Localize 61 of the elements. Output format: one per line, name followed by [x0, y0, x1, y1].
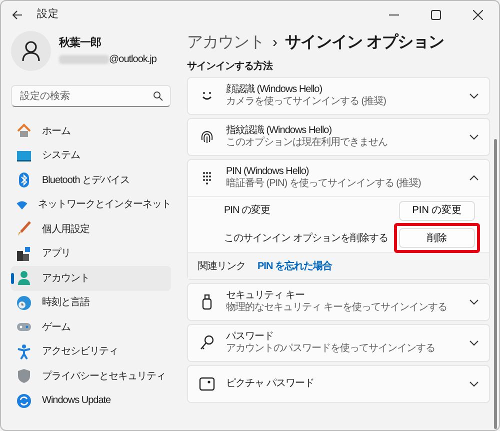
setting-title: 指紋認識 (Windows Hello) [226, 125, 333, 136]
setting-description: 物理的なセキュリティ キーを使ってサインインする [226, 302, 447, 314]
related-links-label: 関連リンク [198, 260, 246, 274]
sidebar-item[interactable]: Windows Update [11, 388, 171, 413]
sidebar-item[interactable]: ホーム [11, 119, 171, 144]
apps-icon [16, 246, 32, 262]
sidebar-item[interactable]: アクセシビリティ [11, 340, 171, 364]
setting-title: パスワード [226, 331, 274, 343]
home-icon [16, 123, 32, 140]
chevron-down-icon[interactable] [469, 379, 479, 389]
search-icon[interactable] [153, 91, 163, 101]
window-title: 設定 [37, 7, 59, 22]
profile-email: @outlook.jp [109, 52, 156, 67]
sidebar-item[interactable]: ネットワークとインターネット [11, 192, 171, 217]
person-icon [16, 270, 32, 286]
setting-description: アカウントのパスワードを使ってサインインする [226, 343, 435, 355]
redaction-blur [59, 54, 109, 64]
chevron-down-icon[interactable] [469, 297, 479, 307]
key-icon [198, 334, 216, 352]
chevron-down-icon[interactable] [469, 338, 479, 348]
sidebar-item[interactable]: システム [11, 144, 171, 168]
shield-icon [16, 368, 32, 384]
setting-title: PIN (Windows Hello) [226, 166, 310, 178]
scrollbar[interactable] [494, 139, 497, 429]
sync-icon [16, 392, 32, 409]
chevron-down-icon[interactable] [469, 91, 479, 101]
action-button[interactable]: 削除 [399, 228, 475, 248]
setting-description: このオプションは現在利用できません [226, 137, 388, 149]
action-button[interactable]: PIN の変更 [399, 200, 475, 220]
person-icon [21, 40, 41, 62]
chevron-up-icon[interactable] [469, 173, 479, 183]
breadcrumb-link[interactable]: アカウント [187, 31, 264, 55]
breadcrumb-separator: › [272, 32, 277, 53]
chevron-down-icon[interactable] [469, 132, 479, 142]
bluetooth-icon [16, 172, 32, 188]
setting-label: このサインイン オプションを削除する [224, 232, 388, 246]
profile-name: 秋葉一郎 [59, 36, 102, 52]
setting-title: セキュリティ キー [226, 290, 306, 302]
sidebar-item[interactable]: Bluetooth とデバイス [11, 168, 171, 192]
setting-description: カメラを使ってサインインする (推奨) [226, 96, 386, 108]
sidebar-item[interactable]: 時刻と言語 [11, 290, 171, 315]
setting-title: 顔認識 (Windows Hello) [226, 84, 324, 96]
search-field[interactable]: 設定の検索 [11, 85, 171, 107]
close-icon[interactable] [473, 10, 483, 20]
accessibility-icon [16, 344, 32, 360]
maximize-icon[interactable] [431, 10, 441, 20]
sidebar-item[interactable]: プライバシーとセキュリティ [11, 364, 171, 388]
sidebar-item[interactable]: 個人用設定 [11, 217, 171, 242]
brush-icon [16, 221, 32, 238]
section-heading: サインインする方法 [187, 59, 274, 74]
setting-label: PIN の変更 [224, 204, 270, 218]
picture-icon [198, 375, 216, 393]
setting-title: ピクチャ パスワード [226, 378, 314, 390]
page-title: サインイン オプション [285, 32, 444, 53]
globe-clock-icon [16, 294, 32, 311]
back-icon[interactable] [11, 9, 23, 21]
sidebar-item[interactable]: アカウント [11, 266, 171, 290]
forgot-pin-link[interactable]: PIN を忘れた場合 [258, 258, 332, 274]
setting-description: 暗証番号 (PIN) を使ってサインインする (推奨) [226, 178, 421, 190]
sidebar-item[interactable]: アプリ [11, 242, 171, 266]
sidebar-item[interactable]: ゲーム [11, 315, 171, 340]
